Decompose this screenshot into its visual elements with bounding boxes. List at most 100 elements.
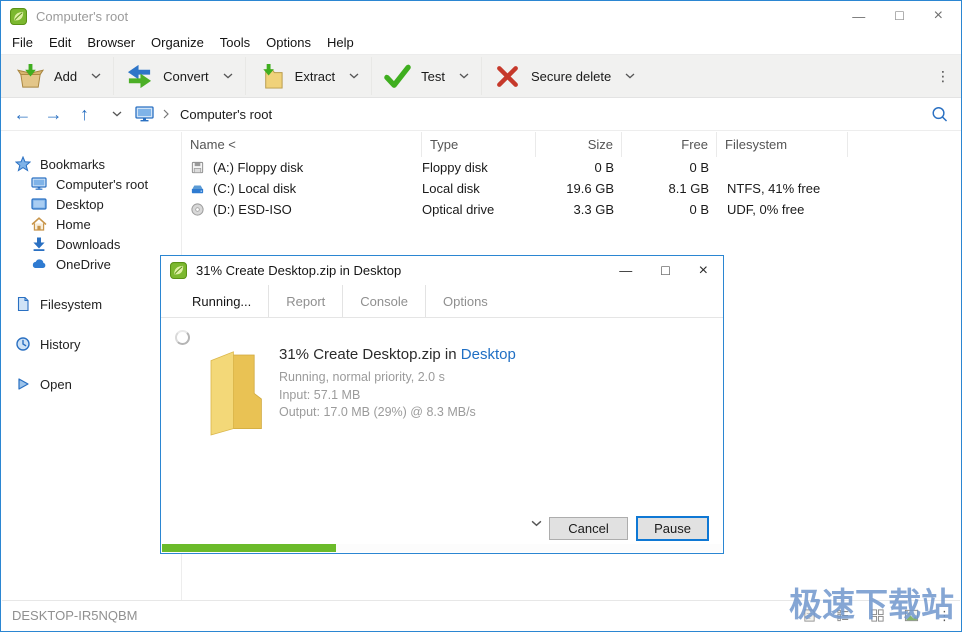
progress-bar <box>162 544 722 552</box>
cloud-icon <box>32 259 46 268</box>
convert-icon <box>128 64 152 88</box>
computer-icon[interactable] <box>135 106 154 122</box>
cancel-button[interactable]: Cancel <box>549 517 628 540</box>
sidebar-item-filesystem[interactable]: Filesystem <box>2 294 181 314</box>
secure-delete-button[interactable]: Secure delete <box>482 57 647 95</box>
input-line: Input: 57.1 MB <box>279 387 361 402</box>
menu-bar: File Edit Browser Organize Tools Options… <box>1 31 961 54</box>
add-dropdown[interactable] <box>91 73 101 79</box>
cell-type: Floppy disk <box>422 160 488 175</box>
column-header-filesystem[interactable]: Filesystem <box>717 132 848 157</box>
extract-button-label: Extract <box>294 68 336 84</box>
pause-button[interactable]: Pause <box>636 516 709 541</box>
computer-icon <box>31 177 47 190</box>
sidebar-item-open[interactable]: Open <box>2 374 181 394</box>
sidebar-label: Open <box>40 376 72 392</box>
tab-running[interactable]: Running... <box>175 285 268 317</box>
cell-name-text: (D:) ESD-ISO <box>213 202 292 217</box>
toolbar-overflow-button[interactable]: ⋮ <box>936 69 950 83</box>
search-icon[interactable] <box>930 105 949 124</box>
menu-organize[interactable]: Organize <box>143 33 212 52</box>
back-button[interactable]: ← <box>7 104 38 125</box>
secure-delete-dropdown[interactable] <box>625 73 635 79</box>
address-dropdown[interactable] <box>112 111 122 117</box>
peazip-logo-icon <box>10 7 27 25</box>
sidebar-label: Computer's root <box>56 176 149 192</box>
busy-spinner-icon <box>175 330 190 345</box>
dialog-actions-dropdown[interactable] <box>531 514 542 532</box>
tab-report[interactable]: Report <box>268 285 342 317</box>
test-check-icon <box>384 64 411 88</box>
hard-drive-icon <box>191 185 204 194</box>
convert-button[interactable]: Convert <box>114 57 246 95</box>
menu-help[interactable]: Help <box>319 33 362 52</box>
table-row-drive-a[interactable]: (A:) Floppy disk Floppy disk 0 B 0 B <box>182 157 960 178</box>
chevron-down-icon <box>223 73 233 79</box>
navigation-bar: ← → ↑ Computer's root <box>1 98 961 131</box>
sidebar-item-downloads[interactable]: Downloads <box>2 234 181 254</box>
cell-name-text: (C:) Local disk <box>213 181 297 196</box>
sidebar-item-computers-root[interactable]: Computer's root <box>2 174 181 194</box>
chevron-down-icon <box>459 73 469 79</box>
up-button[interactable]: ↑ <box>69 104 100 125</box>
home-icon <box>31 217 47 231</box>
sidebar-label: Desktop <box>56 196 104 212</box>
progress-title-text: 31% Create Desktop.zip in <box>279 346 461 363</box>
dialog-title: 31% Create Desktop.zip in Desktop <box>196 263 402 278</box>
sidebar-label: OneDrive <box>56 256 111 272</box>
column-header-type[interactable]: Type <box>422 132 536 157</box>
test-button[interactable]: Test <box>372 57 482 95</box>
convert-dropdown[interactable] <box>223 73 233 79</box>
tab-options[interactable]: Options <box>425 285 505 317</box>
tab-console[interactable]: Console <box>342 285 425 317</box>
sidebar-item-history[interactable]: History <box>2 334 181 354</box>
menu-browser[interactable]: Browser <box>79 33 143 52</box>
close-button[interactable]: × <box>934 7 943 25</box>
cell-free: 0 B <box>689 160 709 175</box>
toolbar: Add Convert Extract Test Secure delete ⋮ <box>1 54 961 98</box>
column-header-free[interactable]: Free <box>622 132 717 157</box>
output-line: Output: 17.0 MB (29%) @ 8.3 MB/s <box>279 405 476 419</box>
optical-disc-icon <box>191 203 204 216</box>
cell-type: Optical drive <box>422 202 495 217</box>
chevron-down-icon <box>112 111 122 117</box>
desktop-icon <box>31 198 47 210</box>
menu-file[interactable]: File <box>4 33 41 52</box>
dialog-minimize-button[interactable]: — <box>619 263 632 278</box>
menu-tools[interactable]: Tools <box>212 33 258 52</box>
sidebar-item-bookmarks[interactable]: Bookmarks <box>2 154 181 174</box>
forward-button[interactable]: → <box>38 104 69 125</box>
menu-options[interactable]: Options <box>258 33 319 52</box>
cell-size: 3.3 GB <box>573 202 614 217</box>
sidebar-item-onedrive[interactable]: OneDrive <box>2 254 181 274</box>
dialog-close-button[interactable]: × <box>699 262 708 280</box>
clock-icon <box>16 337 30 351</box>
dialog-maximize-button[interactable]: □ <box>661 262 669 278</box>
add-button[interactable]: Add <box>5 57 115 95</box>
folder-icon <box>210 351 262 436</box>
progress-dialog: 31% Create Desktop.zip in Desktop — □ × … <box>160 255 724 554</box>
sidebar-item-home[interactable]: Home <box>2 214 181 234</box>
progress-summary: 31% Create Desktop.zip in Desktop Runnin… <box>279 346 516 422</box>
column-header-size[interactable]: Size <box>536 132 622 157</box>
star-icon <box>15 156 31 172</box>
extract-button[interactable]: Extract <box>246 57 373 95</box>
table-row-drive-c[interactable]: (C:) Local disk Local disk 19.6 GB 8.1 G… <box>182 178 960 199</box>
menu-edit[interactable]: Edit <box>41 33 79 52</box>
minimize-button[interactable]: — <box>852 9 865 24</box>
test-dropdown[interactable] <box>459 73 469 79</box>
column-headers: Name < Type Size Free Filesystem <box>182 132 960 157</box>
chevron-down-icon <box>531 520 542 527</box>
maximize-button[interactable]: □ <box>895 7 903 23</box>
sidebar-item-desktop[interactable]: Desktop <box>2 194 181 214</box>
floppy-drive-icon <box>191 161 204 174</box>
table-row-drive-d[interactable]: (D:) ESD-ISO Optical drive 3.3 GB 0 B UD… <box>182 199 960 220</box>
breadcrumb[interactable]: Computer's root <box>180 107 272 122</box>
add-button-label: Add <box>54 68 78 84</box>
sidebar-label: Downloads <box>56 236 121 252</box>
destination-link[interactable]: Desktop <box>461 346 516 363</box>
cell-size: 0 B <box>594 160 614 175</box>
extract-dropdown[interactable] <box>349 73 359 79</box>
sidebar: Bookmarks Computer's root Desktop Home D… <box>2 132 182 600</box>
column-header-name[interactable]: Name < <box>182 132 422 157</box>
